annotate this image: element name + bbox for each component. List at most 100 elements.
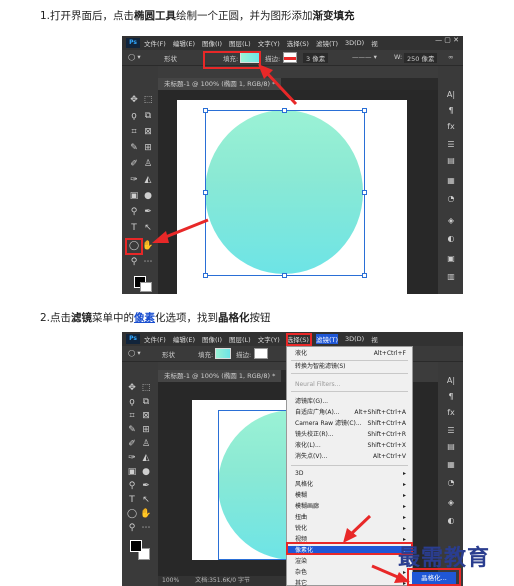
menu-3d[interactable]: 3D(D) [345, 39, 364, 47]
menu-type[interactable]: 文字(Y) [258, 38, 280, 48]
blur-icon[interactable]: ● [142, 190, 154, 202]
hand-icon[interactable]: ✋ [142, 240, 154, 252]
menu-item[interactable]: 液化 Alt+Ctrl+F [287, 349, 412, 358]
menu-image[interactable]: 图像(I) [202, 334, 222, 344]
menu-item[interactable]: Camera Raw 滤镜(C)... Shift+Ctrl+A [287, 419, 412, 428]
layers-panel-icon[interactable]: ▤ [446, 156, 456, 166]
dodge-icon[interactable]: ⚲ [126, 480, 138, 492]
move-icon[interactable]: ✥ [128, 94, 140, 106]
swatches-panel-icon[interactable]: ◔ [446, 478, 456, 488]
hand-icon[interactable]: ✋ [140, 508, 152, 520]
marquee-icon[interactable]: ⬚ [140, 382, 152, 394]
transform-handle[interactable] [282, 108, 287, 113]
dodge-icon[interactable]: ⚲ [128, 206, 140, 218]
menu-view[interactable]: 视 [371, 38, 378, 48]
menu-item[interactable]: 模糊 ▸ [287, 491, 412, 500]
document-tab[interactable]: 未标题-1 @ 100% (椭圆 1, RGB/8) * [158, 370, 282, 382]
path-select-icon[interactable]: ↖ [140, 494, 152, 506]
glyphs-panel-icon[interactable]: fx [446, 122, 456, 132]
window-controls[interactable]: — ▢ ✕ [435, 36, 459, 44]
layers2-panel-icon[interactable]: ◈ [446, 498, 456, 508]
character-panel-icon[interactable]: A| [446, 90, 456, 100]
menu-type[interactable]: 文字(Y) [258, 334, 280, 344]
shape-mode-select[interactable]: 形状 [164, 53, 177, 63]
menu-select[interactable]: 选择(S) [287, 38, 309, 48]
path-select-icon[interactable]: ↖ [142, 222, 154, 234]
ellipse-preset-icon[interactable]: ◯ ▾ [128, 349, 141, 357]
menu-edit[interactable]: 编辑(E) [173, 38, 195, 48]
fill-swatch[interactable] [215, 348, 231, 359]
menu-filter[interactable]: 滤镜(T) [316, 38, 338, 48]
gradient-icon[interactable]: ▣ [128, 190, 140, 202]
more-icon[interactable]: ⋯ [142, 256, 154, 268]
zoom-icon[interactable]: ⚲ [126, 522, 138, 534]
width-field[interactable]: 250 像素 [404, 53, 438, 63]
menu-item[interactable]: 转换为智能滤镜(S) [287, 362, 412, 371]
channels-panel-icon[interactable]: ▣ [446, 254, 456, 264]
zoom-level[interactable]: 100% [162, 577, 179, 584]
move-icon[interactable]: ✥ [126, 382, 138, 394]
spot-heal-icon[interactable]: ⊞ [140, 424, 152, 436]
shape-mode-select[interactable]: 形状 [162, 349, 175, 359]
background-color[interactable] [140, 282, 152, 292]
history-brush-icon[interactable]: ✑ [126, 452, 138, 464]
menu-filter[interactable]: 滤镜(T) [315, 334, 338, 344]
menu-image[interactable]: 图像(I) [202, 38, 222, 48]
transform-handle[interactable] [282, 273, 287, 278]
menu-item[interactable]: 液化(L)... Shift+Ctrl+X [287, 441, 412, 450]
properties-panel-icon[interactable]: ☰ [446, 140, 456, 150]
quick-select-icon[interactable]: ⧉ [142, 110, 154, 122]
menu-item[interactable]: 其它 ▸ [287, 579, 412, 586]
eyedropper-icon[interactable]: ✎ [126, 424, 138, 436]
document-tab[interactable]: 未标题-1 @ 100% (椭圆 1, RGB/8) * [158, 78, 282, 90]
menu-layer[interactable]: 图层(L) [229, 334, 251, 344]
transform-handle[interactable] [203, 108, 208, 113]
spot-heal-icon[interactable]: ⊞ [142, 142, 154, 154]
menu-file[interactable]: 文件(F) [144, 334, 166, 344]
menu-item[interactable]: 消失点(V)... Alt+Ctrl+V [287, 452, 412, 461]
pen-icon[interactable]: ✒ [140, 480, 152, 492]
layers-panel-icon[interactable]: ▤ [446, 442, 456, 452]
menu-item[interactable]: Neural Filters... [287, 380, 412, 389]
transform-handle[interactable] [203, 273, 208, 278]
grid-panel-icon[interactable]: ▦ [446, 176, 456, 186]
stroke-width-field[interactable]: 3 像素 [303, 53, 329, 63]
brush-icon[interactable]: ✐ [126, 438, 138, 450]
menu-3d[interactable]: 3D(D) [345, 335, 364, 343]
menu-edit[interactable]: 编辑(E) [173, 334, 195, 344]
stroke-swatch[interactable] [254, 348, 268, 359]
menu-file[interactable]: 文件(F) [144, 38, 166, 48]
menu-layer[interactable]: 图层(L) [229, 38, 251, 48]
paragraph-panel-icon[interactable]: ¶ [446, 106, 456, 116]
transform-handle[interactable] [362, 190, 367, 195]
lasso-icon[interactable]: ϙ [128, 110, 140, 122]
transform-handle[interactable] [362, 273, 367, 278]
crop-icon[interactable]: ⌗ [128, 126, 140, 138]
stroke-type-select[interactable]: ——— ▾ [352, 53, 377, 61]
blur-icon[interactable]: ● [140, 466, 152, 478]
properties-panel-icon[interactable]: ☰ [446, 426, 456, 436]
menu-item[interactable]: 渲染 ▸ [287, 557, 412, 566]
transform-handle[interactable] [203, 190, 208, 195]
menu-item[interactable]: 镜头校正(R)... Shift+Ctrl+R [287, 430, 412, 439]
pen-icon[interactable]: ✒ [142, 206, 154, 218]
glyphs-panel-icon[interactable]: fx [446, 408, 456, 418]
stamp-icon[interactable]: ♙ [140, 438, 152, 450]
stamp-icon[interactable]: ♙ [142, 158, 154, 170]
adjust-panel-icon[interactable]: ◐ [446, 234, 456, 244]
menu-item[interactable]: 扭曲 ▸ [287, 513, 412, 522]
layers2-panel-icon[interactable]: ◈ [446, 216, 456, 226]
pixelate-link[interactable]: 像素 [134, 312, 155, 324]
menu-view[interactable]: 视 [371, 334, 378, 344]
menu-item[interactable]: 自适应广角(A)... Alt+Shift+Ctrl+A [287, 408, 412, 417]
grid-panel-icon[interactable]: ▦ [446, 460, 456, 470]
character-panel-icon[interactable]: A| [446, 376, 456, 386]
brush-icon[interactable]: ✐ [128, 158, 140, 170]
frame-icon[interactable]: ⊠ [142, 126, 154, 138]
link-icon[interactable]: ∞ [448, 53, 453, 61]
eraser-icon[interactable]: ◭ [140, 452, 152, 464]
frame-icon[interactable]: ⊠ [140, 410, 152, 422]
more-icon[interactable]: ⋯ [140, 522, 152, 534]
stroke-swatch[interactable] [283, 52, 297, 63]
menu-item[interactable]: 模糊画廊 ▸ [287, 502, 412, 511]
